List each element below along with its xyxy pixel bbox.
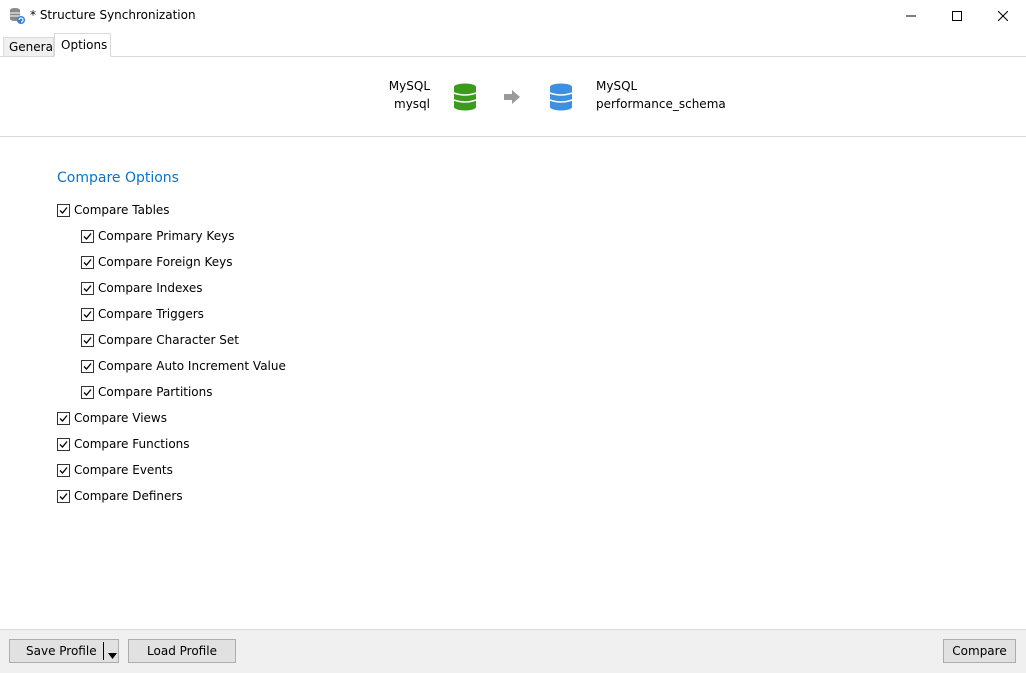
close-icon: [998, 11, 1008, 21]
connection-header: MySQL mysql MySQL performance_schema: [0, 57, 1026, 137]
check-icon: [59, 492, 68, 500]
compare-options-heading: Compare Options: [57, 170, 179, 186]
checkbox[interactable]: [81, 385, 94, 399]
close-button[interactable]: [980, 0, 1026, 32]
compare-tables-option[interactable]: Compare Tables: [57, 202, 170, 218]
compare-character-set-option[interactable]: Compare Character Set: [81, 332, 239, 348]
arrow-right-icon: [504, 90, 520, 107]
check-icon: [83, 232, 92, 240]
compare-functions-option[interactable]: Compare Functions: [57, 436, 190, 452]
checkbox[interactable]: [57, 411, 70, 425]
tab-strip: [0, 32, 1026, 57]
title-bar: * Structure Synchronization: [0, 0, 1026, 32]
save-profile-label: Save Profile: [26, 644, 97, 658]
option-label: Compare Events: [74, 463, 173, 477]
dropdown-arrow-icon[interactable]: [108, 648, 117, 662]
structure-sync-app-icon: [8, 7, 26, 25]
compare-views-option[interactable]: Compare Views: [57, 410, 167, 426]
checkbox[interactable]: [57, 463, 70, 477]
target-connection-type: MySQL: [596, 79, 638, 93]
compare-button[interactable]: Compare: [943, 639, 1016, 663]
option-label: Compare Views: [74, 411, 167, 425]
check-icon: [83, 284, 92, 292]
target-database-icon: [549, 83, 573, 114]
check-icon: [59, 466, 68, 474]
checkbox[interactable]: [81, 281, 94, 295]
checkbox[interactable]: [81, 229, 94, 243]
check-icon: [83, 258, 92, 266]
source-database-icon: [453, 83, 477, 114]
option-label: Compare Primary Keys: [98, 229, 235, 243]
maximize-icon: [952, 11, 962, 21]
option-label: Compare Definers: [74, 489, 183, 503]
footer-bar: Save Profile Load Profile Compare: [0, 629, 1026, 673]
option-label: Compare Triggers: [98, 307, 204, 321]
window-title: * Structure Synchronization: [30, 8, 196, 22]
check-icon: [83, 362, 92, 370]
tab-general[interactable]: General: [3, 37, 56, 56]
checkbox[interactable]: [81, 255, 94, 269]
check-icon: [59, 206, 68, 214]
check-icon: [59, 414, 68, 422]
minimize-button[interactable]: [888, 0, 934, 32]
check-icon: [83, 336, 92, 344]
maximize-button[interactable]: [934, 0, 980, 32]
option-label: Compare Partitions: [98, 385, 213, 399]
compare-primary-keys-option[interactable]: Compare Primary Keys: [81, 228, 234, 244]
compare-definers-option[interactable]: Compare Definers: [57, 488, 183, 504]
save-profile-button[interactable]: Save Profile: [9, 639, 119, 663]
split-divider: [103, 642, 104, 660]
compare-auto-increment-value-option[interactable]: Compare Auto Increment Value: [81, 358, 286, 374]
option-label: Compare Tables: [74, 203, 170, 217]
option-label: Compare Character Set: [98, 333, 240, 347]
load-profile-button[interactable]: Load Profile: [128, 639, 236, 663]
check-icon: [83, 388, 92, 396]
check-icon: [59, 440, 68, 448]
checkbox[interactable]: [81, 333, 94, 347]
check-icon: [83, 310, 92, 318]
option-label: Compare Functions: [74, 437, 190, 451]
checkbox[interactable]: [57, 203, 70, 217]
compare-triggers-option[interactable]: Compare Triggers: [81, 306, 204, 322]
checkbox[interactable]: [57, 437, 70, 451]
option-label: Compare Indexes: [98, 281, 203, 295]
compare-foreign-keys-option[interactable]: Compare Foreign Keys: [81, 254, 233, 270]
option-label: Compare Foreign Keys: [98, 255, 233, 269]
tab-options[interactable]: Options: [54, 33, 111, 57]
source-database-name: mysql: [394, 97, 430, 111]
minimize-icon: [906, 15, 916, 17]
compare-partitions-option[interactable]: Compare Partitions: [81, 384, 213, 400]
source-connection-type: MySQL: [388, 79, 430, 93]
checkbox[interactable]: [81, 307, 94, 321]
compare-indexes-option[interactable]: Compare Indexes: [81, 280, 203, 296]
option-label: Compare Auto Increment Value: [98, 359, 286, 373]
checkbox[interactable]: [57, 489, 70, 503]
compare-events-option[interactable]: Compare Events: [57, 462, 173, 478]
checkbox[interactable]: [81, 359, 94, 373]
target-database-name: performance_schema: [596, 97, 726, 111]
